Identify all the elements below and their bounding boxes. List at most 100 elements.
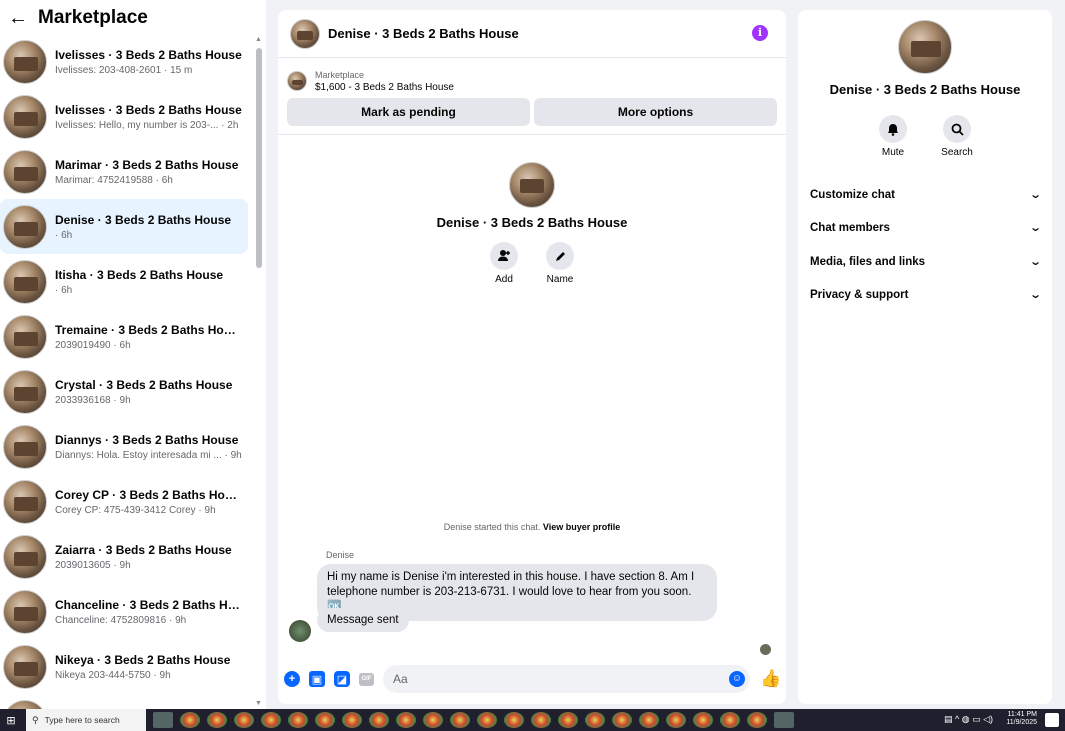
conversation-item[interactable]: Itisha · 3 Beds 2 Baths House · 6h [0, 254, 248, 309]
conversation-name: Denise · 3 Beds 2 Baths House [55, 212, 232, 227]
name-chat-button[interactable]: Name [543, 242, 577, 285]
chat-header: Denise · 3 Beds 2 Baths House i [278, 10, 786, 58]
message-input[interactable] [383, 665, 750, 693]
listing-label: Marketplace [315, 69, 365, 80]
conversation-name: Diannys · 3 Beds 2 Baths House [55, 432, 239, 447]
conversation-name: Chanceline · 3 Beds 2 Baths Hou... [55, 597, 243, 612]
avatar[interactable] [898, 20, 952, 74]
chrome-icon[interactable] [342, 712, 362, 728]
privacy-support-section[interactable]: Privacy & support ⌄ [810, 288, 1042, 302]
chrome-icon[interactable] [531, 712, 551, 728]
conversation-item[interactable]: Tremaine · 3 Beds 2 Baths House 203901949… [0, 309, 248, 364]
conversation-snippet: Ivelisses: Hello, my number is 203-... ·… [55, 119, 239, 131]
emoji-icon[interactable]: ☺ [729, 671, 745, 687]
gif-icon[interactable]: GIF [359, 672, 374, 686]
chat-title[interactable]: Denise · 3 Beds 2 Baths House [328, 26, 519, 41]
chrome-icon[interactable] [558, 712, 578, 728]
chrome-icon[interactable] [396, 712, 416, 728]
conversation-name: Ivelisses · 3 Beds 2 Baths House [55, 102, 242, 117]
search-button[interactable]: Search [937, 115, 977, 158]
conversation-item[interactable]: Diannys · 3 Beds 2 Baths House Diannys: H… [0, 419, 248, 474]
chrome-icon[interactable] [693, 712, 713, 728]
sidebar-scrollbar[interactable]: ▲ ▼ [255, 36, 262, 707]
chrome-icon[interactable] [504, 712, 524, 728]
avatar [3, 479, 47, 524]
chrome-icon[interactable] [288, 712, 308, 728]
message-composer: + ▣ ◪ GIF ☺ 👍 [278, 664, 786, 694]
divider [278, 134, 786, 135]
chrome-icon[interactable] [423, 712, 443, 728]
sender-avatar[interactable] [289, 620, 311, 642]
scroll-thumb[interactable] [256, 48, 262, 268]
chrome-icon[interactable] [612, 712, 632, 728]
mute-label: Mute [881, 147, 905, 158]
customize-chat-section[interactable]: Customize chat ⌄ [810, 188, 1042, 202]
conversation-item[interactable]: Denise · 3 Beds 2 Baths House · 6h [0, 199, 248, 254]
system-tray-icons[interactable]: ▤ ^ ◍ ▭ ◁) [944, 714, 993, 725]
sender-name: Denise [326, 550, 355, 560]
conversation-item[interactable]: Ivelisses · 3 Beds 2 Baths House Ivelisse… [0, 89, 248, 144]
clock[interactable]: 11:41 PM 11/9/2025 [1006, 711, 1037, 727]
details-name: Denise · 3 Beds 2 Baths House [829, 82, 1021, 97]
back-arrow-icon[interactable]: ← [8, 8, 28, 28]
photo-icon[interactable]: ▣ [309, 671, 325, 687]
chrome-icon[interactable] [585, 712, 605, 728]
add-people-button[interactable]: Add [487, 242, 521, 285]
chrome-icon[interactable] [639, 712, 659, 728]
conversation-item[interactable]: Ivelisses · 3 Beds 2 Baths House Ivelisse… [0, 34, 248, 89]
conversation-item[interactable]: Crystal · 3 Beds 2 Baths House 2033936168… [0, 364, 248, 419]
profile-name: Denise · 3 Beds 2 Baths House [436, 215, 628, 230]
media-files-links-section[interactable]: Media, files and links ⌄ [810, 255, 1042, 269]
conversation-item[interactable]: Corey CP · 3 Beds 2 Baths House Corey CP:… [0, 474, 248, 529]
bell-icon [879, 115, 907, 143]
calculator-icon[interactable] [774, 712, 794, 728]
scroll-up-icon[interactable]: ▲ [255, 36, 262, 43]
avatar[interactable] [290, 18, 320, 49]
message-bubble[interactable]: Message sent [317, 608, 409, 632]
conversation-name: Corey CP · 3 Beds 2 Baths House [55, 487, 243, 502]
chat-started-notice: Denise started this chat. View buyer pro… [278, 522, 786, 532]
chrome-icon[interactable] [450, 712, 470, 728]
avatar[interactable] [509, 162, 555, 208]
chrome-icon[interactable] [747, 712, 767, 728]
view-buyer-profile-link[interactable]: View buyer profile [543, 522, 620, 532]
notification-icon[interactable] [1045, 713, 1059, 727]
avatar [3, 644, 47, 689]
listing-actions: Mark as pending More options [278, 98, 786, 126]
conversation-item[interactable]: Ivelisses · 3 Beds 2 Baths House [0, 694, 248, 709]
avatar [3, 149, 47, 194]
task-view-icon[interactable] [153, 712, 173, 728]
chrome-icon[interactable] [666, 712, 686, 728]
listing-summary[interactable]: Marketplace $1,600 - 3 Beds 2 Baths Hous… [278, 58, 786, 98]
conversation-item[interactable]: Nikeya · 3 Beds 2 Baths House Nikeya 203-… [0, 639, 248, 694]
search-placeholder: Type here to search [44, 715, 120, 725]
chrome-icon[interactable] [261, 712, 281, 728]
conversation-item[interactable]: Marimar · 3 Beds 2 Baths House Marimar: 4… [0, 144, 248, 199]
sidebar-header: ← Marketplace [0, 0, 266, 36]
chat-members-section[interactable]: Chat members ⌄ [810, 221, 1042, 235]
plus-icon[interactable]: + [284, 671, 300, 687]
chrome-icon[interactable] [477, 712, 497, 728]
sticker-icon[interactable]: ◪ [334, 671, 350, 687]
chrome-icon[interactable] [207, 712, 227, 728]
more-options-button[interactable]: More options [534, 98, 777, 126]
windows-start-icon[interactable]: ⊞ [0, 709, 22, 731]
taskbar-search[interactable]: ⚲ Type here to search [26, 709, 146, 731]
chrome-icon[interactable] [315, 712, 335, 728]
avatar [3, 424, 47, 469]
seen-indicator [760, 644, 771, 655]
chevron-down-icon: ⌄ [1028, 256, 1042, 268]
chrome-icon[interactable] [369, 712, 389, 728]
conversation-item[interactable]: Zaiarra · 3 Beds 2 Baths House 2039013605… [0, 529, 248, 584]
chrome-icon[interactable] [720, 712, 740, 728]
chrome-icon[interactable] [180, 712, 200, 728]
chrome-icon[interactable] [234, 712, 254, 728]
scroll-down-icon[interactable]: ▼ [255, 700, 262, 707]
conversation-snippet: Marimar: 4752419588 · 6h [55, 174, 173, 186]
mute-button[interactable]: Mute [873, 115, 913, 158]
conversation-item[interactable]: Chanceline · 3 Beds 2 Baths Hou... Chance… [0, 584, 248, 639]
add-person-icon [490, 242, 518, 270]
thumbs-up-icon[interactable]: 👍 [760, 669, 781, 689]
mark-as-pending-button[interactable]: Mark as pending [287, 98, 530, 126]
info-icon[interactable]: i [752, 25, 768, 41]
